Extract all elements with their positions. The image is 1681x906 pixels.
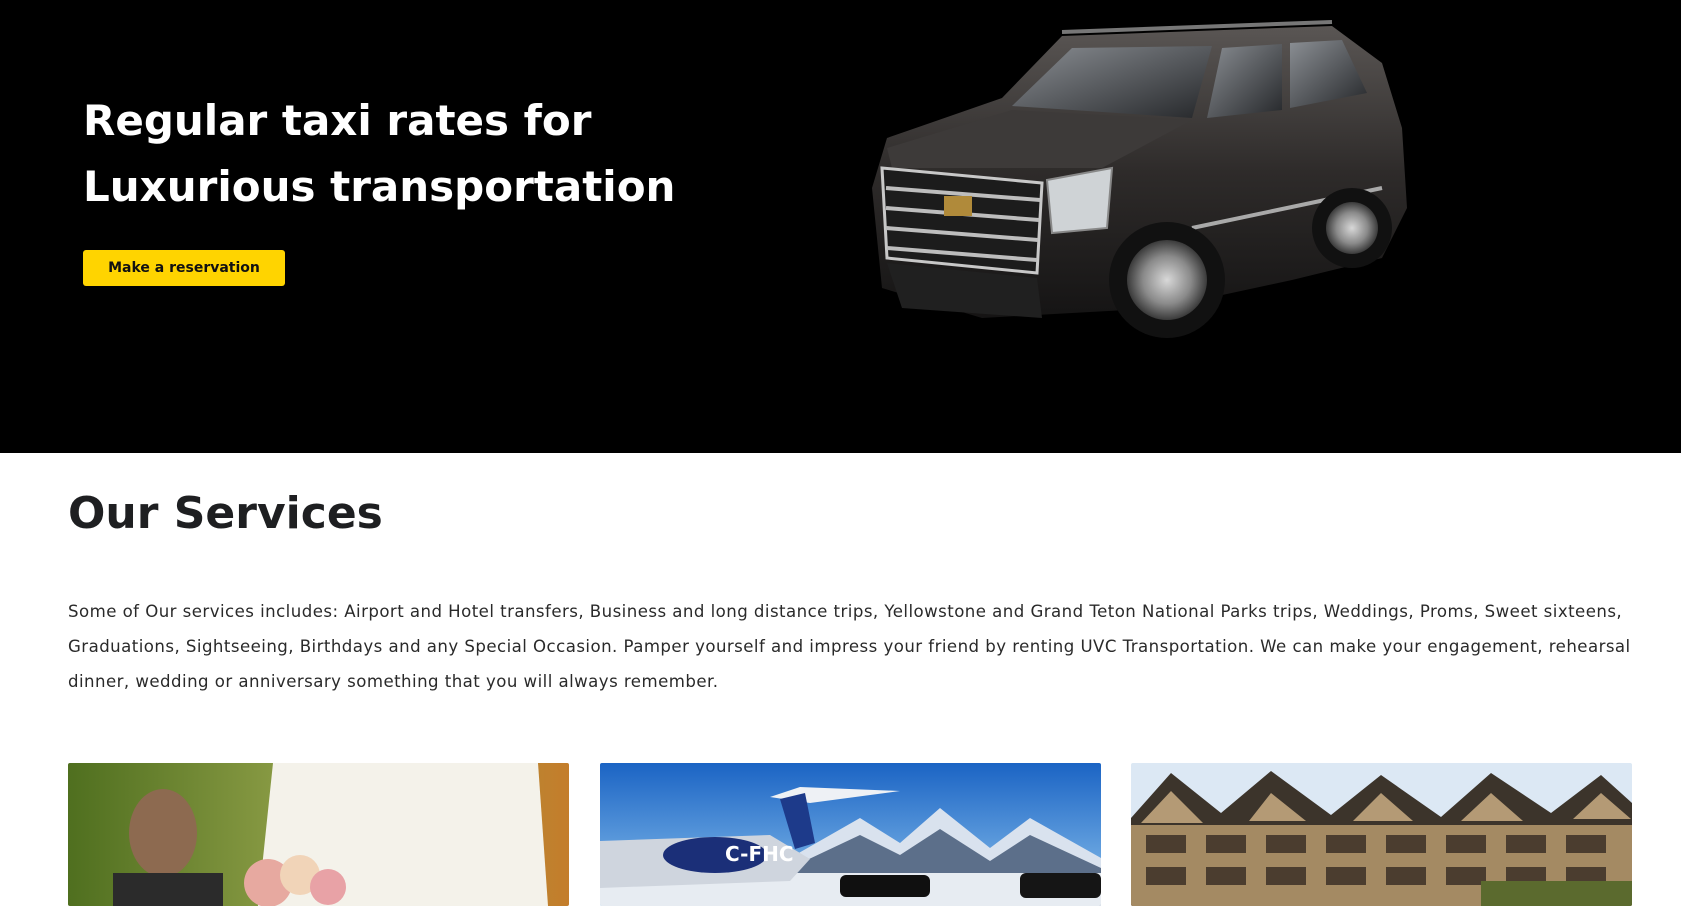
suv-car-image [872,20,1407,338]
hero-title: Regular taxi rates for Luxurious transpo… [83,88,723,220]
services-title: Our Services [68,488,383,539]
hero-title-line-2: Luxurious transportation [83,162,676,211]
make-reservation-button[interactable]: Make a reservation [83,250,285,286]
hero-title-line-1: Regular taxi rates for [83,96,592,145]
private-jet-image: C-FHC [600,763,1101,906]
lodge-hotel-image [1131,763,1632,906]
wedding-card[interactable] [68,763,569,906]
wedding-couple-image [68,763,569,906]
hero-section: Regular taxi rates for Luxurious transpo… [0,0,1681,453]
airport-transfer-card[interactable]: C-FHC [600,763,1101,906]
jet-tail-text: C-FHC [725,842,794,866]
services-description: Some of Our services includes: Airport a… [68,602,1631,691]
hotel-transfer-card[interactable] [1131,763,1632,906]
